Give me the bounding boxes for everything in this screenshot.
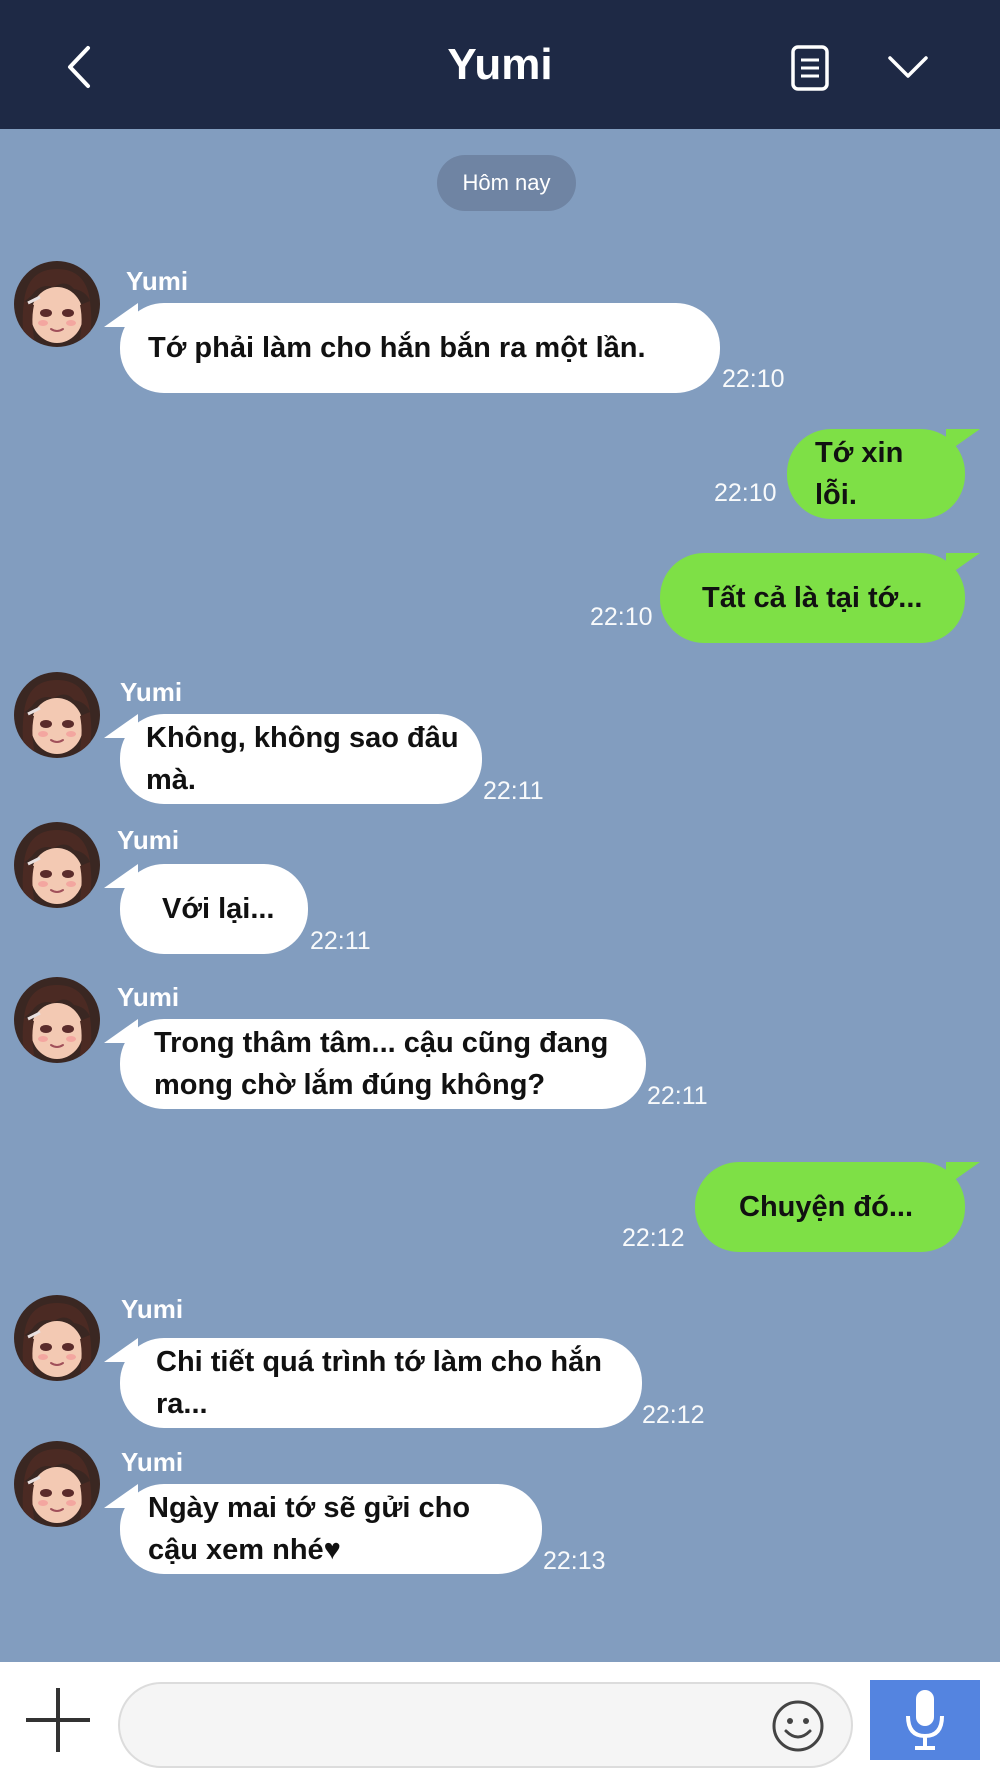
- message-bubble-incoming[interactable]: Tớ phải làm cho hắn bắn ra một lần.: [120, 303, 720, 393]
- message-bubble-outgoing[interactable]: Tất cả là tại tớ...: [660, 553, 965, 643]
- message-bubble-incoming[interactable]: Chi tiết quá trình tớ làm cho hắn ra...: [120, 1338, 642, 1428]
- sender-name: Yumi: [117, 825, 180, 855]
- message-bubble-incoming[interactable]: Với lại...: [120, 864, 308, 954]
- avatar[interactable]: [14, 977, 100, 1063]
- message-time: 22:12: [642, 1401, 705, 1429]
- message-text: Chi tiết quá trình tớ làm cho hắn ra...: [156, 1346, 602, 1420]
- voice-record-button[interactable]: [870, 1680, 980, 1760]
- message-bubble-outgoing[interactable]: Tớ xin lỗi.: [787, 429, 965, 519]
- microphone-icon: [906, 1690, 944, 1750]
- avatar[interactable]: [14, 672, 100, 758]
- message-text: Với lại...: [162, 893, 275, 925]
- message-text: Tớ phải làm cho hắn bắn ra một lần.: [148, 332, 646, 364]
- message-input-bar: [0, 1662, 1000, 1778]
- avatar[interactable]: [14, 1441, 100, 1527]
- message-bubble-outgoing[interactable]: Chuyện đó...: [695, 1162, 965, 1252]
- sender-name: Yumi: [126, 266, 189, 296]
- message-time: 22:10: [714, 479, 777, 507]
- avatar[interactable]: [14, 822, 100, 908]
- chevron-down-icon[interactable]: [886, 52, 930, 82]
- message-time: 22:10: [590, 603, 653, 631]
- message-time: 22:13: [543, 1547, 606, 1575]
- message-text: Không, không sao đâu mà.: [146, 722, 459, 796]
- notes-icon[interactable]: [790, 44, 830, 92]
- message-text: Tất cả là tại tớ...: [702, 582, 923, 614]
- message-bubble-incoming[interactable]: Trong thâm tâm... cậu cũng đang mong chờ…: [120, 1019, 646, 1109]
- avatar[interactable]: [14, 1295, 100, 1381]
- message-text: Trong thâm tâm... cậu cũng đang mong chờ…: [154, 1027, 609, 1101]
- plus-icon[interactable]: [22, 1684, 94, 1756]
- message-bubble-incoming[interactable]: Không, không sao đâu mà.: [120, 714, 482, 804]
- avatar[interactable]: [14, 261, 100, 347]
- message-time: 22:11: [647, 1082, 708, 1110]
- message-time: 22:12: [622, 1224, 685, 1252]
- message-text: Ngày mai tớ sẽ gửi cho cậu xem nhé♥: [148, 1492, 471, 1566]
- sender-name: Yumi: [117, 982, 180, 1012]
- message-time: 22:11: [310, 927, 371, 955]
- message-time: 22:10: [722, 365, 785, 393]
- smiley-icon[interactable]: [770, 1698, 826, 1754]
- sender-name: Yumi: [120, 677, 183, 707]
- chat-header: Yumi: [0, 0, 1000, 129]
- sender-name: Yumi: [121, 1294, 184, 1324]
- message-bubble-incoming[interactable]: Ngày mai tớ sẽ gửi cho cậu xem nhé♥: [120, 1484, 542, 1574]
- chat-area[interactable]: Hôm nay Yumi Tớ phải làm cho hắn bắn ra …: [0, 129, 1000, 1662]
- chat-title: Yumi: [447, 40, 553, 89]
- message-time: 22:11: [483, 777, 544, 805]
- date-divider: Hôm nay: [437, 155, 576, 211]
- message-text: Chuyện đó...: [739, 1191, 913, 1223]
- message-text: Tớ xin lỗi.: [815, 437, 904, 511]
- sender-name: Yumi: [121, 1447, 184, 1477]
- message-input[interactable]: [118, 1682, 853, 1768]
